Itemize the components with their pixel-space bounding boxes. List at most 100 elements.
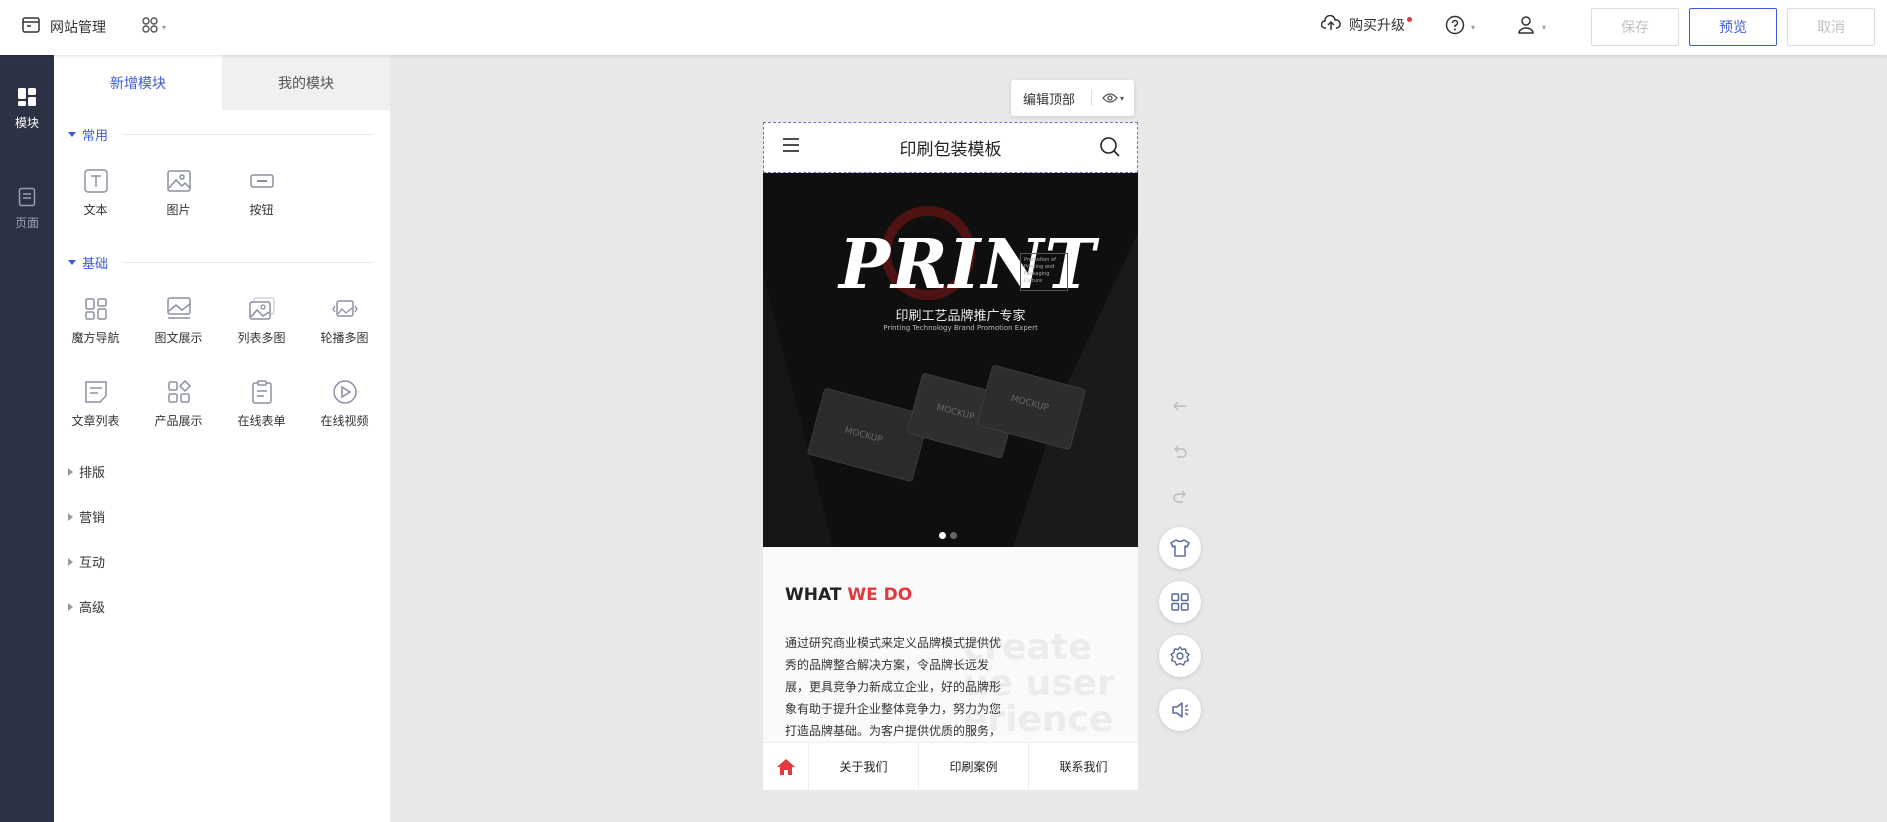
carousel-dot-active[interactable] (939, 532, 946, 539)
module-image-label: 图片 (166, 203, 191, 217)
theme-button[interactable] (1159, 527, 1201, 569)
module-carousel[interactable]: 轮播多图 (303, 295, 386, 346)
banner-subtitle: 印刷工艺品牌推广专家 (895, 309, 1026, 324)
phone-title: 印刷包装模板 (899, 140, 1002, 160)
chevron-down-icon: ▾ (1542, 22, 1547, 32)
module-article-list-label: 文章列表 (71, 414, 120, 428)
chevron-down-icon: ▾ (1120, 93, 1125, 103)
footer-nav-about[interactable]: 关于我们 (809, 743, 919, 790)
upgrade-button[interactable]: 购买升级 (1320, 14, 1412, 35)
edit-header-toolbar: 编辑顶部 ▾ (1011, 80, 1134, 116)
section-interaction-header[interactable]: 互动 (68, 552, 374, 571)
help-icon (1445, 15, 1465, 39)
gear-icon (1170, 646, 1190, 666)
section-marketing-header[interactable]: 营销 (68, 507, 374, 526)
user-icon (1516, 15, 1536, 39)
help-menu[interactable]: ▾ (1445, 15, 1475, 39)
module-text[interactable]: 文本 (54, 167, 137, 218)
cube-nav-icon (84, 298, 107, 320)
section-layout-label: 排版 (79, 466, 106, 481)
section-interaction-label: 互动 (79, 556, 106, 571)
footer-nav-contact[interactable]: 联系我们 (1029, 743, 1138, 790)
module-list-images-label: 列表多图 (237, 331, 286, 345)
hero-banner[interactable]: MOCKUP MOCKUP MOCKUP PRINT Promotion of … (763, 173, 1138, 547)
save-button[interactable]: 保存 (1591, 8, 1679, 46)
module-button[interactable]: 按钮 (220, 167, 303, 218)
upgrade-label: 购买升级 (1349, 18, 1405, 34)
cancel-button[interactable]: 取消 (1787, 8, 1875, 46)
module-image[interactable]: 图片 (137, 167, 220, 218)
module-online-form[interactable]: 在线表单 (220, 378, 303, 429)
preview-button[interactable]: 预览 (1689, 8, 1777, 46)
section-common-header[interactable]: 常用 (68, 125, 374, 144)
module-product-display-label: 产品展示 (154, 414, 203, 428)
section-layout-header[interactable]: 排版 (68, 462, 374, 481)
divider (122, 134, 374, 135)
home-icon[interactable] (763, 743, 809, 790)
hamburger-icon[interactable] (782, 137, 800, 158)
notification-dot (1407, 16, 1412, 22)
text-module-icon (83, 169, 108, 193)
section-heading: WHAT WE DO (785, 585, 913, 605)
panel-tabs: 新增模块 我的模块 (54, 55, 390, 110)
visibility-toggle[interactable]: ▾ (1092, 92, 1124, 104)
list-images-icon (248, 297, 275, 320)
apps-button[interactable] (1159, 581, 1201, 623)
apps-grid-icon (142, 17, 158, 37)
banner-promo-box: Promotion of Printing and Packaging Cult… (1020, 253, 1068, 291)
settings-button[interactable] (1159, 635, 1201, 677)
shirt-icon (1170, 539, 1190, 557)
module-online-video[interactable]: 在线视频 (303, 378, 386, 429)
undo-icon[interactable] (1170, 442, 1190, 462)
carousel-dot[interactable] (950, 532, 957, 539)
module-list-images[interactable]: 列表多图 (220, 295, 303, 346)
phone-header[interactable]: 印刷包装模板 (763, 122, 1138, 173)
tab-my-modules[interactable]: 我的模块 (222, 55, 390, 110)
module-carousel-label: 轮播多图 (320, 331, 369, 345)
section-advanced-label: 高级 (79, 601, 106, 616)
caret-right-icon (68, 602, 73, 611)
section-common-label: 常用 (82, 129, 109, 144)
section-advanced-header[interactable]: 高级 (68, 597, 374, 616)
footer-nav-cases[interactable]: 印刷案例 (919, 743, 1029, 790)
section-basic-header[interactable]: 基础 (68, 253, 374, 272)
module-article-list[interactable]: 文章列表 (54, 378, 137, 429)
carousel-dots (939, 532, 957, 539)
section-marketing-label: 营销 (79, 511, 106, 526)
back-arrow-icon[interactable] (1170, 396, 1190, 416)
module-button-label: 按钮 (249, 203, 274, 217)
redo-icon[interactable] (1170, 487, 1190, 507)
user-menu[interactable]: ▾ (1516, 15, 1546, 39)
page-icon (18, 187, 36, 210)
search-icon[interactable] (1099, 136, 1121, 163)
chevron-down-icon: ▾ (162, 22, 167, 32)
image-module-icon (166, 170, 191, 192)
megaphone-icon (1172, 702, 1189, 718)
announcement-button[interactable] (1159, 689, 1201, 731)
carousel-icon (331, 300, 358, 317)
module-cube-nav[interactable]: 魔方导航 (54, 295, 137, 346)
caret-right-icon (68, 512, 73, 521)
edit-header-button[interactable]: 编辑顶部 (1011, 89, 1091, 108)
caret-down-icon (68, 260, 76, 265)
module-image-text[interactable]: 图文展示 (137, 295, 220, 346)
apps-menu[interactable]: ▾ (142, 17, 166, 37)
tab-add-module[interactable]: 新增模块 (54, 55, 222, 110)
modules-icon (17, 87, 37, 110)
image-text-icon (166, 297, 191, 319)
site-icon (22, 17, 40, 37)
site-management-link[interactable]: 网站管理 (22, 16, 106, 38)
chevron-down-icon: ▾ (1471, 22, 1476, 32)
module-cube-nav-label: 魔方导航 (71, 331, 120, 345)
clipboard-icon (251, 380, 272, 404)
rail-item-modules[interactable]: 模块 (0, 87, 54, 131)
left-rail: 模块 页面 (0, 55, 54, 822)
rail-pages-label: 页面 (14, 216, 39, 230)
product-display-icon (167, 379, 191, 403)
module-product-display[interactable]: 产品展示 (137, 378, 220, 429)
rail-item-pages[interactable]: 页面 (0, 187, 54, 231)
module-text-label: 文本 (83, 203, 108, 217)
article-list-icon (84, 381, 107, 403)
site-management-label: 网站管理 (50, 20, 106, 36)
caret-down-icon (68, 132, 76, 137)
